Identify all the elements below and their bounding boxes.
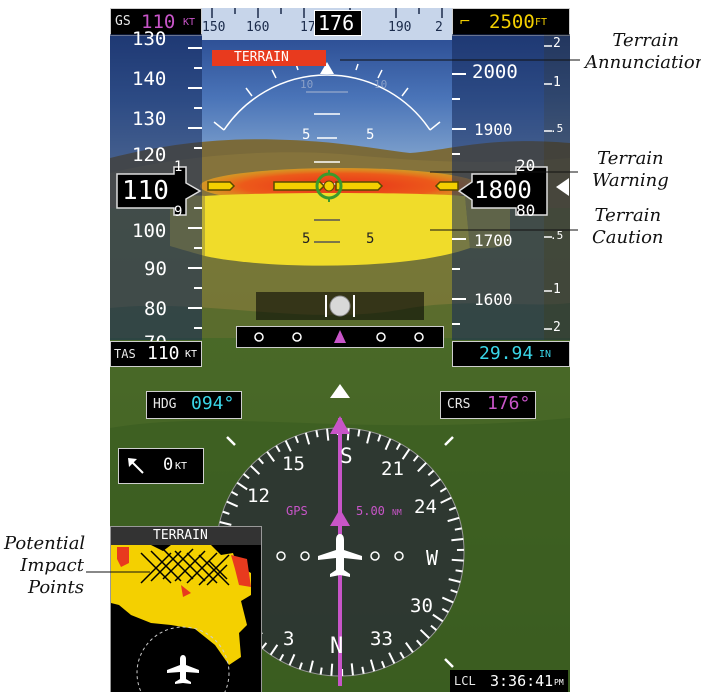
callout-line: Warning: [592, 170, 669, 191]
callout-terrain-warning: Terrain Warning: [592, 148, 669, 192]
callout-line: Potential: [4, 533, 86, 554]
callout-leader-lines: [86, 59, 580, 573]
callout-line: Terrain: [597, 148, 664, 169]
callout-line: Terrain: [594, 205, 662, 226]
callout-line: Caution: [592, 227, 664, 248]
callout-line: Points: [27, 577, 84, 598]
callout-line: Terrain: [612, 30, 679, 51]
callout-line: Annunciation: [585, 52, 701, 73]
callout-line: Impact: [20, 555, 84, 576]
callout-terrain-annunciation: Terrain Annunciation: [585, 30, 701, 74]
callout-terrain-caution: Terrain Caution: [592, 205, 664, 249]
callout-potential-impact-points: Potential Impact Points: [4, 533, 86, 599]
